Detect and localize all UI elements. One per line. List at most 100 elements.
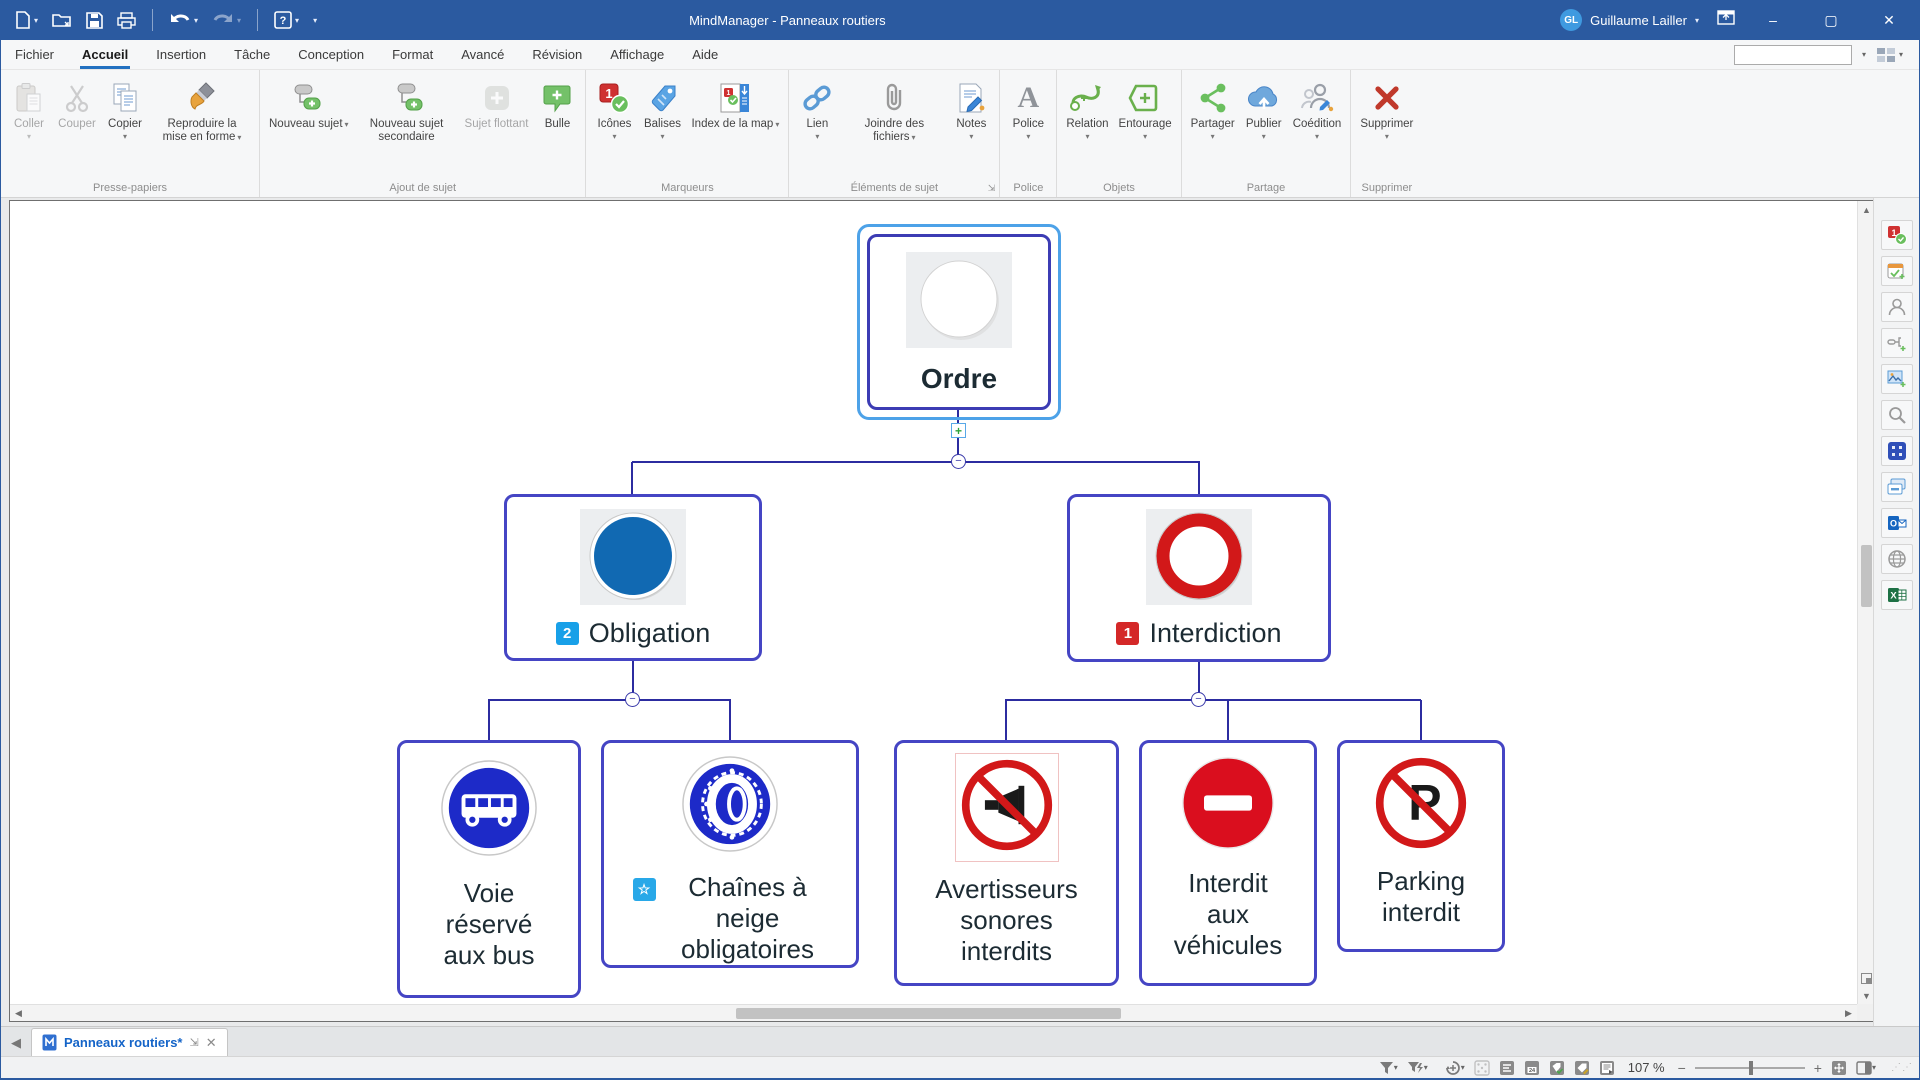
- task-info-pane-tab[interactable]: [1881, 256, 1913, 286]
- topic-no-horn[interactable]: Avertisseurs sonores interdits: [894, 740, 1119, 986]
- close-button[interactable]: ✕: [1869, 12, 1909, 29]
- minimize-button[interactable]: –: [1753, 12, 1793, 28]
- map-index-button[interactable]: 1 Index de la map▾: [686, 74, 784, 131]
- delete-button[interactable]: Supprimer ▾: [1355, 74, 1418, 141]
- new-topic-button[interactable]: Nouveau sujet▾: [264, 74, 354, 131]
- font-button[interactable]: A Police ▾: [1004, 74, 1052, 141]
- close-tab-icon[interactable]: ✕: [206, 1035, 217, 1051]
- filter-button[interactable]: ▾: [1379, 1061, 1398, 1075]
- open-button[interactable]: [52, 12, 72, 28]
- boundary-button[interactable]: Entourage ▾: [1114, 74, 1177, 141]
- priority-marker[interactable]: 1: [1116, 622, 1139, 645]
- tab-tache[interactable]: Tâche: [220, 40, 284, 69]
- maximize-button[interactable]: ▢: [1811, 12, 1851, 29]
- power-filter-button[interactable]: ▾: [1407, 1061, 1428, 1075]
- topic-root[interactable]: Ordre: [867, 234, 1051, 410]
- collapse-toggle[interactable]: −: [1191, 692, 1206, 707]
- coediting-button[interactable]: Coédition ▾: [1288, 74, 1347, 141]
- vertical-scrollbar[interactable]: ▲ ▼: [1857, 201, 1874, 1004]
- scroll-right-button[interactable]: ▶: [1840, 1005, 1857, 1022]
- tab-avance[interactable]: Avancé: [447, 40, 518, 69]
- presentation-mode-button[interactable]: [1474, 1060, 1490, 1076]
- star-marker-icon[interactable]: ☆: [633, 878, 656, 901]
- notes-button[interactable]: Notes ▾: [947, 74, 995, 141]
- callout-button[interactable]: Bulle: [533, 74, 581, 131]
- icons-button[interactable]: 1 Icônes ▾: [590, 74, 638, 141]
- horizontal-scrollbar[interactable]: ◀ ▶: [10, 1004, 1857, 1021]
- map-canvas[interactable]: + − − − Ordre 2 Obligation: [9, 200, 1875, 1022]
- undo-button[interactable]: ▾: [169, 11, 198, 29]
- tags-button[interactable]: Balises ▾: [638, 74, 686, 141]
- tab-scroll-left-button[interactable]: ◀: [1, 1035, 31, 1056]
- tab-fichier[interactable]: Fichier: [1, 40, 68, 69]
- tab-conception[interactable]: Conception: [284, 40, 378, 69]
- search-dropdown-arrow-icon[interactable]: ▾: [1862, 50, 1866, 59]
- tab-revision[interactable]: Révision: [518, 40, 596, 69]
- ribbon-display-options-button[interactable]: [1717, 10, 1735, 30]
- search-pane-tab[interactable]: [1881, 400, 1913, 430]
- gantt-calendar-button[interactable]: 24: [1524, 1060, 1540, 1076]
- publish-button[interactable]: Publier ▾: [1240, 74, 1288, 141]
- tab-accueil[interactable]: Accueil: [68, 40, 142, 69]
- snap-pane-tab[interactable]: [1881, 436, 1913, 466]
- redo-button[interactable]: ▾: [212, 11, 241, 29]
- topic-bus-lane[interactable]: Voie réservé aux bus: [397, 740, 581, 998]
- outlook-pane-tab[interactable]: O: [1881, 508, 1913, 538]
- library-pane-tab[interactable]: [1881, 364, 1913, 394]
- topic-snow-chains[interactable]: ☆ Chaînes à neige obligatoires: [601, 740, 859, 968]
- vertical-scroll-thumb[interactable]: [1861, 545, 1872, 607]
- outline-view-button[interactable]: [1499, 1060, 1515, 1076]
- resize-grip[interactable]: ⋰⋰: [1885, 1062, 1913, 1073]
- resources-pane-tab[interactable]: [1881, 292, 1913, 322]
- user-account-menu[interactable]: GL Guillaume Lailler ▾: [1560, 9, 1699, 31]
- tab-format[interactable]: Format: [378, 40, 447, 69]
- zoom-slider-handle[interactable]: [1749, 1061, 1753, 1075]
- fit-map-button[interactable]: [1831, 1060, 1847, 1076]
- collapse-toggle[interactable]: −: [951, 454, 966, 469]
- dialog-launcher-icon[interactable]: ⇲: [988, 183, 996, 194]
- attach-files-button[interactable]: Joindre des fichiers▾: [841, 74, 947, 144]
- view-switcher-button[interactable]: ▾: [1876, 47, 1903, 63]
- ribbon-search-input[interactable]: [1734, 45, 1852, 65]
- marker-pane-tab[interactable]: 1: [1881, 220, 1913, 250]
- excel-pane-tab[interactable]: X: [1881, 580, 1913, 610]
- scroll-left-button[interactable]: ◀: [10, 1005, 27, 1022]
- share-button[interactable]: Partager ▾: [1186, 74, 1240, 141]
- autosync-button[interactable]: ▾: [1445, 1060, 1465, 1076]
- cut-button[interactable]: Couper: [53, 74, 101, 131]
- tab-insertion[interactable]: Insertion: [142, 40, 220, 69]
- topic-interdiction[interactable]: 1 Interdiction: [1067, 494, 1331, 662]
- task-pane-toggle-button[interactable]: ▾: [1856, 1061, 1876, 1075]
- zoom-in-button[interactable]: +: [1814, 1060, 1822, 1076]
- tag-edit-button[interactable]: [1574, 1060, 1590, 1076]
- print-button[interactable]: [117, 12, 136, 29]
- float-tab-icon[interactable]: ⇲: [190, 1036, 199, 1049]
- zoom-slider[interactable]: [1695, 1061, 1805, 1075]
- topic-obligation[interactable]: 2 Obligation: [504, 494, 762, 661]
- floating-topic-button[interactable]: Sujet flottant: [460, 74, 534, 131]
- tag-check-button[interactable]: [1549, 1060, 1565, 1076]
- tab-affichage[interactable]: Affichage: [596, 40, 678, 69]
- notes-panel-button[interactable]: [1599, 1060, 1615, 1076]
- help-button[interactable]: ? ▾: [274, 11, 299, 29]
- paste-button[interactable]: Coller ▾: [5, 74, 53, 141]
- tab-aide[interactable]: Aide: [678, 40, 732, 69]
- document-tab[interactable]: Panneaux routiers* ⇲ ✕: [31, 1028, 228, 1056]
- relationship-button[interactable]: Relation ▾: [1061, 74, 1113, 141]
- new-document-button[interactable]: ▾: [15, 11, 38, 29]
- link-button[interactable]: Lien ▾: [793, 74, 841, 141]
- save-button[interactable]: [86, 12, 103, 29]
- zoom-out-button[interactable]: −: [1678, 1060, 1686, 1076]
- collapse-toggle[interactable]: −: [625, 692, 640, 707]
- add-subtopic-button[interactable]: +: [951, 423, 966, 438]
- priority-marker[interactable]: 2: [556, 622, 579, 645]
- browser-pane-tab[interactable]: [1881, 472, 1913, 502]
- web-pane-tab[interactable]: [1881, 544, 1913, 574]
- customize-quick-access-button[interactable]: ▾: [313, 16, 317, 25]
- new-subtopic-button[interactable]: Nouveau sujet secondaire: [354, 74, 460, 144]
- topic-no-parking[interactable]: P Parking interdit: [1337, 740, 1505, 952]
- format-painter-button[interactable]: Reproduire la mise en forme▾: [149, 74, 255, 144]
- horizontal-scroll-thumb[interactable]: [736, 1008, 1121, 1019]
- map-parts-pane-tab[interactable]: [1881, 328, 1913, 358]
- copy-button[interactable]: Copier ▾: [101, 74, 149, 141]
